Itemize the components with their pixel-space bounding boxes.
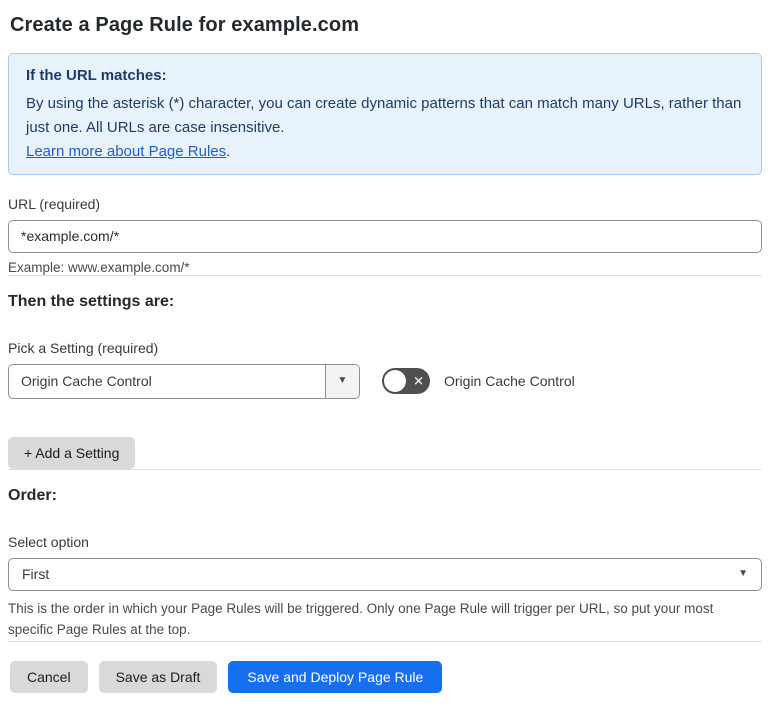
info-box-link-line: Learn more about Page Rules.: [26, 143, 744, 160]
order-select[interactable]: First ▼: [8, 557, 762, 591]
divider: [8, 641, 762, 643]
link-period: .: [226, 142, 231, 160]
save-and-deploy-button[interactable]: Save and Deploy Page Rule: [228, 661, 443, 694]
settings-section-heading: Then the settings are:: [8, 292, 175, 310]
setting-row: Origin Cache Control ▼ ✕ Origin Cache Co…: [8, 363, 762, 399]
setting-select[interactable]: Origin Cache Control ▼: [8, 363, 360, 399]
info-box-heading: If the URL matches:: [26, 67, 167, 84]
order-select-value: First: [22, 566, 50, 583]
footer-actions: Cancel Save as Draft Save and Deploy Pag…: [8, 661, 762, 694]
divider: [8, 274, 762, 276]
toggle-off-x-icon: ✕: [413, 373, 424, 389]
url-input[interactable]: [8, 219, 762, 253]
toggle-knob: [384, 370, 406, 393]
cancel-button[interactable]: Cancel: [10, 661, 88, 694]
page-rule-form: Create a Page Rule for example.com If th…: [0, 0, 770, 694]
info-box-body: By using the asterisk (*) character, you…: [26, 95, 742, 137]
page-title: Create a Page Rule for example.com: [10, 14, 360, 36]
url-match-info-box: If the URL matches: By using the asteris…: [8, 53, 762, 175]
url-example-text: Example: www.example.com/*: [8, 259, 190, 275]
add-setting-button[interactable]: + Add a Setting: [8, 436, 136, 469]
divider: [8, 468, 762, 470]
origin-cache-control-toggle[interactable]: ✕: [382, 368, 430, 395]
chevron-down-icon: ▼: [738, 568, 748, 580]
learn-more-link[interactable]: Learn more about Page Rules: [26, 143, 226, 160]
order-section-heading: Order:: [8, 486, 57, 504]
chevron-down-icon: ▼: [337, 375, 348, 387]
toggle-label: Origin Cache Control: [444, 373, 575, 390]
url-field-label: URL (required): [8, 195, 101, 212]
setting-select-value: Origin Cache Control: [21, 373, 152, 390]
pick-setting-label: Pick a Setting (required): [8, 339, 159, 356]
setting-select-arrow-button[interactable]: ▼: [325, 364, 359, 398]
order-help-text: This is the order in which your Page Rul…: [8, 600, 714, 638]
order-select-label: Select option: [8, 533, 89, 550]
save-as-draft-button[interactable]: Save as Draft: [98, 661, 218, 694]
